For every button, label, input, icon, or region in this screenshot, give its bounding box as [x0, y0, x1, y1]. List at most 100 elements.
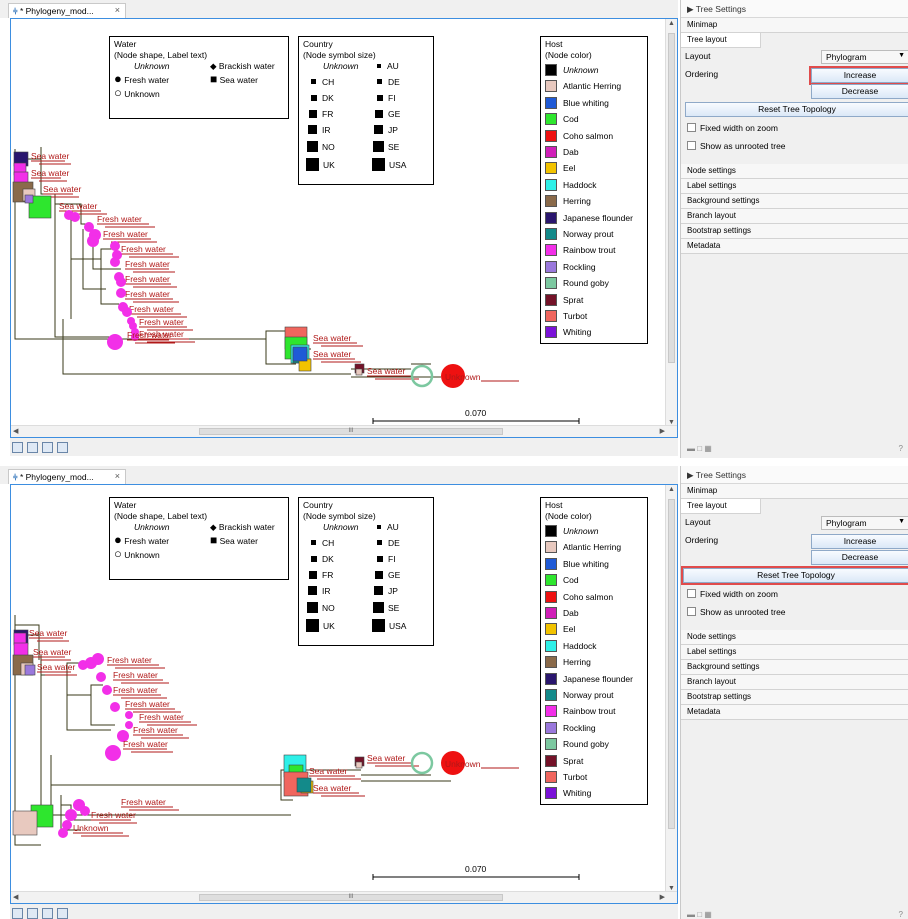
- legend-country-no: NO: [307, 141, 335, 152]
- edit-icon[interactable]: [57, 442, 68, 453]
- fixed-width-checkbox[interactable]: Fixed width on zoom: [681, 120, 908, 138]
- node-label: Fresh water: [129, 304, 174, 314]
- node-label: Fresh water: [125, 259, 170, 269]
- unrooted-checkbox[interactable]: Show as unrooted tree: [681, 604, 908, 622]
- fixed-width-checkbox[interactable]: Fixed width on zoom: [681, 586, 908, 604]
- section-background-settings[interactable]: Background settings: [681, 194, 908, 209]
- vertical-scrollbar[interactable]: ▲ ▼: [665, 485, 677, 893]
- table-view-icon[interactable]: [27, 908, 38, 919]
- legend-host-item: Round goby: [545, 738, 609, 751]
- tree-canvas[interactable]: Sea water Sea water Sea water Fresh water Fr…: [10, 484, 678, 904]
- editor-tab-label: * Phylogeny_mod...: [19, 472, 94, 482]
- host-label: Turbot: [563, 311, 588, 321]
- panel-layout-icon[interactable]: ▬ □ ▦: [687, 444, 712, 453]
- node-label: Fresh water: [139, 712, 184, 722]
- node-label: Fresh water: [121, 244, 166, 254]
- host-label: Haddock: [563, 179, 597, 190]
- host-label: Round goby: [563, 739, 609, 750]
- host-label: Norway prout: [563, 690, 614, 700]
- node-label: Sea water: [31, 168, 69, 178]
- panel-layout-icon[interactable]: ▬ □ ▦: [687, 910, 712, 919]
- vertical-scrollbar[interactable]: ▲ ▼: [665, 19, 677, 427]
- fresh-water-node: [87, 235, 99, 247]
- host-label: Coho salmon: [563, 130, 614, 141]
- scroll-thumb[interactable]: [668, 33, 675, 363]
- section-metadata[interactable]: Metadata: [681, 705, 908, 720]
- fresh-water-node: [116, 277, 126, 287]
- host-label: Coho salmon: [563, 591, 614, 602]
- unrooted-checkbox[interactable]: Show as unrooted tree: [681, 138, 908, 156]
- tree-view-pane-after: ⫩ * Phylogeny_mod... × Sea water Sea wate…: [0, 466, 908, 919]
- scroll-thumb[interactable]: [668, 499, 675, 829]
- section-minimap[interactable]: Minimap: [681, 18, 908, 33]
- legend-country-uk: UK: [306, 158, 335, 171]
- editor-tab[interactable]: ⫩ * Phylogeny_mod... ×: [8, 3, 126, 18]
- host-color-swatch: [545, 590, 557, 603]
- host-color-swatch: [545, 656, 557, 669]
- section-label-settings[interactable]: Label settings: [681, 179, 908, 194]
- tree-canvas[interactable]: Sea water Sea water Sea water Sea water Fres…: [10, 18, 678, 438]
- tree-settings-header[interactable]: ▶ Tree Settings: [681, 0, 908, 18]
- tree-view-icon[interactable]: [12, 908, 23, 919]
- increase-button[interactable]: Increase: [811, 534, 908, 549]
- section-label-settings[interactable]: Label settings: [681, 645, 908, 660]
- scroll-left-icon[interactable]: ◀: [13, 893, 18, 901]
- fresh-water-node: [96, 672, 106, 682]
- host-color-swatch: [545, 754, 557, 767]
- horizontal-scrollbar[interactable]: ◀ III ▶: [11, 425, 677, 437]
- history-icon[interactable]: [42, 908, 53, 919]
- scroll-right-icon[interactable]: ▶: [660, 427, 665, 435]
- editor-tab[interactable]: ⫩ * Phylogeny_mod... ×: [8, 469, 126, 484]
- node-label: Fresh water: [97, 214, 142, 224]
- help-icon[interactable]: ?: [899, 910, 903, 919]
- host-label: Rainbow trout: [563, 706, 616, 717]
- host-label: Blue whiting: [563, 97, 609, 108]
- fresh-water-node: [125, 721, 133, 729]
- decrease-button[interactable]: Decrease: [811, 84, 908, 99]
- legend-country-fr: FR: [309, 109, 333, 119]
- scroll-thumb[interactable]: III: [199, 428, 503, 435]
- close-icon[interactable]: ×: [115, 471, 120, 481]
- section-background-settings[interactable]: Background settings: [681, 660, 908, 675]
- scroll-left-icon[interactable]: ◀: [13, 427, 18, 435]
- section-bootstrap-settings[interactable]: Bootstrap settings: [681, 690, 908, 705]
- node-label: Sea water: [37, 662, 75, 672]
- fresh-water-node: [105, 745, 121, 761]
- scroll-right-icon[interactable]: ▶: [660, 893, 665, 901]
- scroll-up-icon[interactable]: ▲: [668, 20, 675, 27]
- section-tree-layout[interactable]: Tree layout: [681, 499, 761, 514]
- section-minimap[interactable]: Minimap: [681, 484, 908, 499]
- close-icon[interactable]: ×: [115, 5, 120, 15]
- legend-host-item: Rainbow trout: [545, 705, 616, 718]
- section-node-settings[interactable]: Node settings: [681, 630, 908, 645]
- legend-host-item: Whiting: [545, 326, 591, 339]
- host-color-swatch: [545, 607, 557, 619]
- legend-country-dk: DK: [311, 93, 334, 103]
- tree-settings-header[interactable]: ▶ Tree Settings: [681, 466, 908, 484]
- increase-button[interactable]: Increase: [809, 66, 908, 85]
- legend-water-unknown: Unknown: [134, 61, 170, 71]
- node-label: Sea water: [313, 783, 351, 793]
- tree-view-icon[interactable]: [12, 442, 23, 453]
- edit-icon[interactable]: [57, 908, 68, 919]
- section-branch-layout[interactable]: Branch layout: [681, 675, 908, 690]
- reset-tree-topology-button[interactable]: Reset Tree Topology: [681, 566, 908, 585]
- section-branch-layout[interactable]: Branch layout: [681, 209, 908, 224]
- help-icon[interactable]: ?: [899, 444, 903, 453]
- layout-select[interactable]: Phylogram ▼: [821, 50, 908, 64]
- host-label: Atlantic Herring: [563, 542, 622, 553]
- section-node-settings[interactable]: Node settings: [681, 164, 908, 179]
- section-bootstrap-settings[interactable]: Bootstrap settings: [681, 224, 908, 239]
- fresh-water-node: [92, 653, 104, 665]
- history-icon[interactable]: [42, 442, 53, 453]
- section-metadata[interactable]: Metadata: [681, 239, 908, 254]
- fresh-water-node: [102, 685, 112, 695]
- scroll-up-icon[interactable]: ▲: [668, 486, 675, 493]
- horizontal-scrollbar[interactable]: ◀ III ▶: [11, 891, 677, 903]
- decrease-button[interactable]: Decrease: [811, 550, 908, 565]
- layout-select[interactable]: Phylogram ▼: [821, 516, 908, 530]
- reset-tree-topology-button[interactable]: Reset Tree Topology: [685, 102, 908, 117]
- table-view-icon[interactable]: [27, 442, 38, 453]
- section-tree-layout[interactable]: Tree layout: [681, 33, 761, 48]
- scroll-thumb[interactable]: III: [199, 894, 503, 901]
